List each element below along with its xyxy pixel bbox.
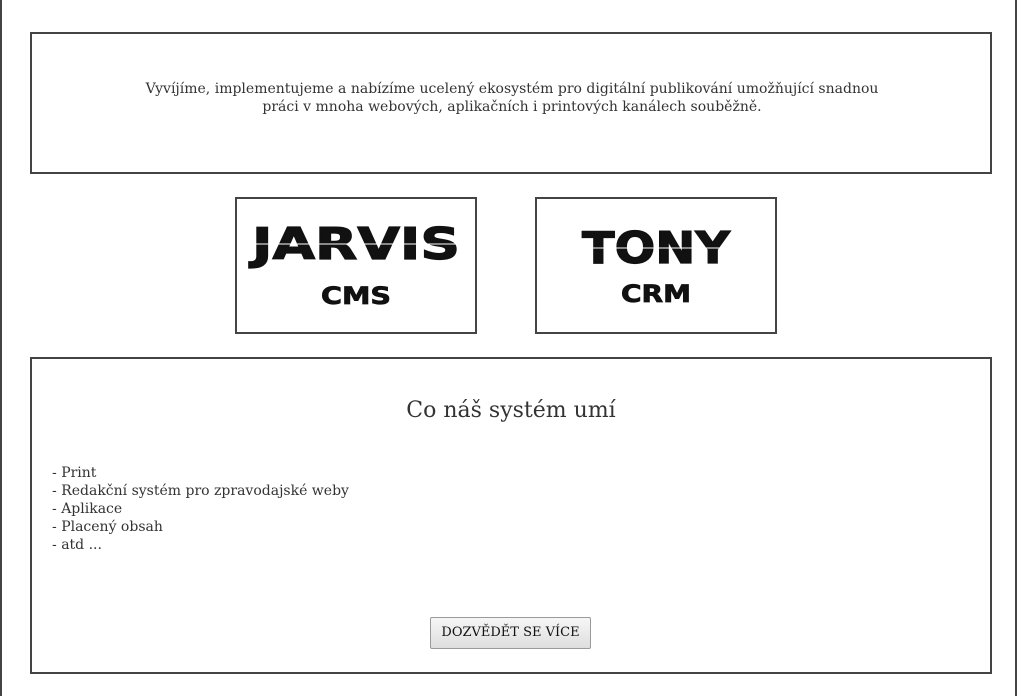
learn-more-button[interactable]: DOZVĚDĚT SE VÍCE (430, 617, 591, 649)
jarvis-logo-subtitle: CMS (321, 282, 391, 310)
list-item: atd ... (52, 536, 349, 554)
jarvis-cms-logo: JARVIS CMS (248, 218, 461, 310)
jarvis-cms-card[interactable]: JARVIS CMS (235, 197, 477, 334)
features-title: Co náš systém umí (406, 398, 616, 423)
tony-logo-subtitle: CRM (621, 280, 691, 308)
list-item: Placený obsah (52, 518, 349, 536)
intro-text: Vyvíjíme, implementujeme a nabízíme ucel… (145, 81, 879, 115)
tony-crm-card[interactable]: TONY CRM (535, 197, 777, 334)
list-item: Aplikace (52, 500, 349, 518)
intro-section: Vyvíjíme, implementujeme a nabízíme ucel… (30, 32, 992, 174)
tony-crm-logo: TONY CRM (581, 222, 732, 308)
features-list: Print Redakční systém pro zpravodajské w… (52, 464, 349, 554)
features-section: Co náš systém umí Print Redakční systém … (30, 357, 992, 674)
list-item: Redakční systém pro zpravodajské weby (52, 482, 349, 500)
list-item: Print (52, 464, 349, 482)
